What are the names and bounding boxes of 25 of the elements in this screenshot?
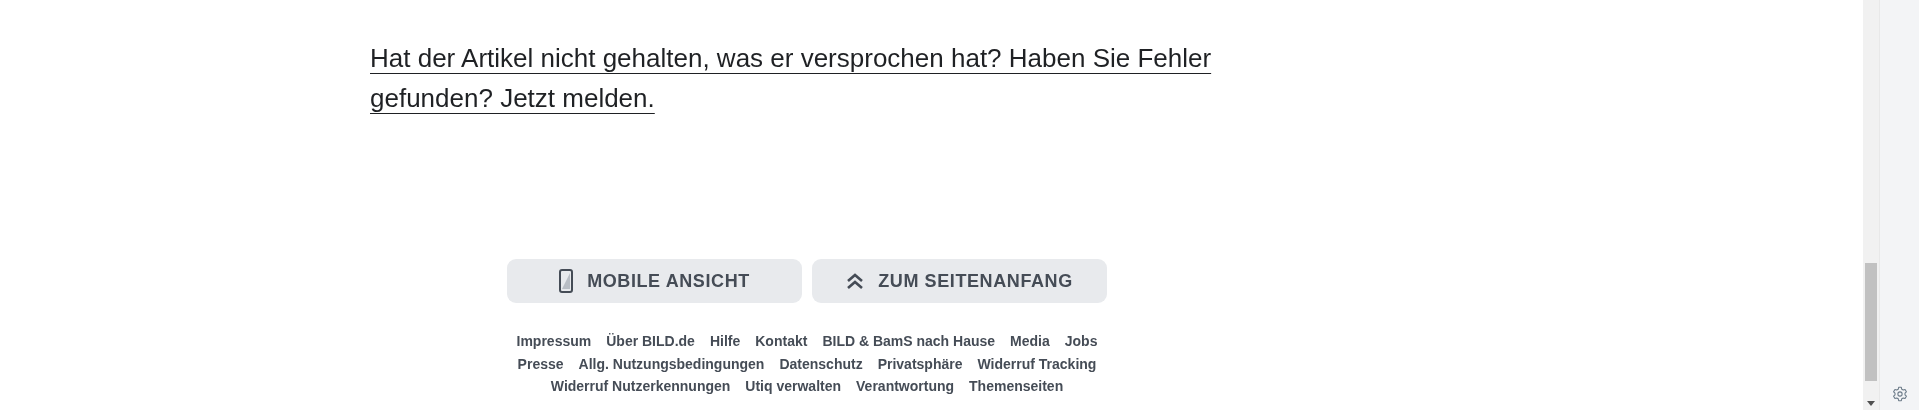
footer-link[interactable]: Verantwortung bbox=[856, 375, 955, 398]
footer-link[interactable]: Impressum bbox=[516, 330, 592, 353]
scrollbar[interactable] bbox=[1863, 0, 1880, 410]
footer-link[interactable]: Presse bbox=[517, 352, 564, 376]
scrollbar-thumb[interactable] bbox=[1865, 263, 1877, 381]
smartphone-icon bbox=[559, 269, 574, 293]
footer-link[interactable]: Jobs bbox=[1064, 330, 1098, 353]
footer-link[interactable]: Privatsphäre bbox=[877, 352, 963, 376]
footer-link[interactable]: Media bbox=[1010, 330, 1050, 353]
mobile-view-button[interactable]: MOBILE ANSICHT bbox=[507, 259, 802, 303]
footer-link[interactable]: Widerruf Nutzerkennungen bbox=[550, 375, 731, 398]
settings-icon[interactable] bbox=[1891, 386, 1908, 402]
feedback-link[interactable]: Hat der Artikel nicht gehalten, was er versprochen hat? Haben Sie Fehler gefunden? Jetzt melden. bbox=[370, 38, 1230, 118]
footer-link[interactable]: Kontakt bbox=[755, 330, 808, 353]
double-chevron-up-icon bbox=[846, 273, 865, 289]
footer-link[interactable]: Utiq verwalten bbox=[745, 375, 842, 398]
footer-link[interactable]: Themenseiten bbox=[969, 375, 1064, 398]
footer-link[interactable]: Widerruf Tracking bbox=[977, 352, 1097, 376]
footer-link[interactable]: Hilfe bbox=[709, 330, 741, 353]
footer-link[interactable]: Über BILD.de bbox=[606, 330, 695, 353]
footer-link[interactable]: Allg. Nutzungsbedingungen bbox=[578, 352, 765, 376]
footer-link[interactable]: BILD & BamS nach Hause bbox=[822, 330, 996, 353]
footer-link[interactable]: Datenschutz bbox=[779, 352, 863, 376]
back-to-top-button[interactable]: ZUM SEITENANFANG bbox=[812, 259, 1107, 303]
scroll-down-arrow-icon[interactable] bbox=[1867, 401, 1875, 406]
